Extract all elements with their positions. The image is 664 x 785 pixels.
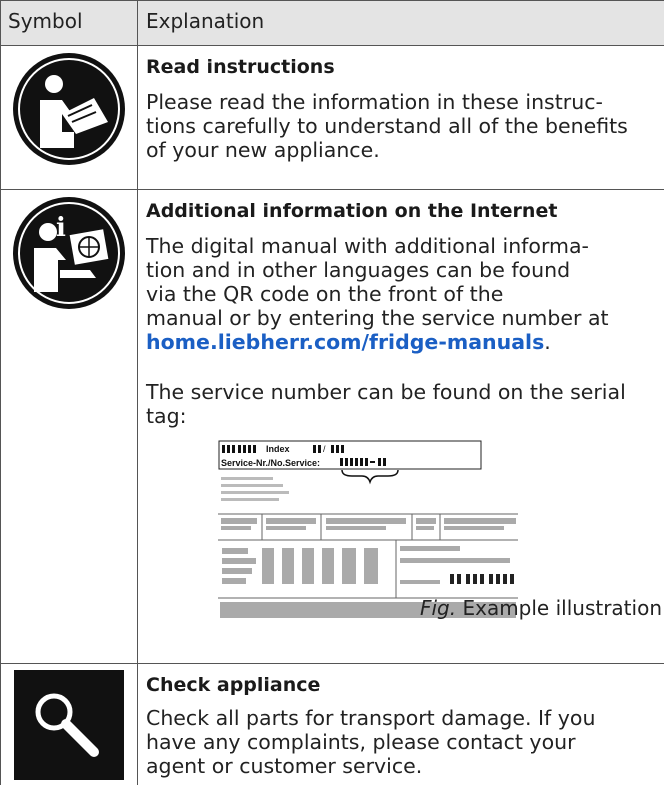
header-symbol: Symbol <box>8 9 83 33</box>
text-line: The service number can be found on the s… <box>146 380 626 404</box>
text-line: Please read the information in these ins… <box>146 90 603 114</box>
serial-index-label: Index <box>266 444 290 454</box>
divider <box>0 663 664 664</box>
serial-service-label: Service-Nr./No.Service: <box>221 458 320 468</box>
divider <box>0 189 664 190</box>
caption-text: Example illustration <box>462 596 662 620</box>
divider <box>0 45 664 46</box>
manual-link[interactable]: home.liebherr.com/fridge-manuals <box>146 330 544 354</box>
internet-info-icon: i <box>12 196 126 314</box>
read-instructions-icon <box>12 52 126 170</box>
row-title: Additional information on the Internet <box>146 200 558 222</box>
divider <box>0 0 1 785</box>
row-title: Check appliance <box>146 674 321 696</box>
text-line: agent or customer service. <box>146 754 423 778</box>
caption-fig-label: Fig. <box>419 596 457 620</box>
text-line: Check all parts for transport damage. If… <box>146 706 596 730</box>
text-line: via the QR code on the front of the <box>146 282 504 306</box>
text-line: The digital manual with additional infor… <box>146 234 589 258</box>
table-header: Symbol Explanation <box>0 0 664 45</box>
header-explanation: Explanation <box>146 9 265 33</box>
text-line: of your new appliance. <box>146 138 380 162</box>
text-line: manual or by entering the service number… <box>146 306 609 330</box>
symbol-table: Symbol Explanation Read instructions Ple… <box>0 0 664 785</box>
divider <box>0 0 664 1</box>
text-line: tag: <box>146 404 187 428</box>
figure-caption: Fig. Example illustration <box>420 596 662 620</box>
svg-text:i: i <box>56 213 66 243</box>
row-title: Read instructions <box>146 56 335 78</box>
row-description: The digital manual with additional infor… <box>146 234 664 354</box>
divider <box>137 0 138 785</box>
text-line: tion and in other languages can be found <box>146 258 571 282</box>
text-line: tions carefully to understand all of the… <box>146 114 628 138</box>
row-description: Please read the information in these ins… <box>146 90 664 162</box>
serial-text: The service number can be found on the s… <box>146 380 664 428</box>
row-description: Check all parts for transport damage. If… <box>146 706 664 778</box>
magnifier-icon <box>14 670 124 784</box>
link-suffix: . <box>544 330 551 354</box>
text-line: have any complaints, please contact your <box>146 730 576 754</box>
